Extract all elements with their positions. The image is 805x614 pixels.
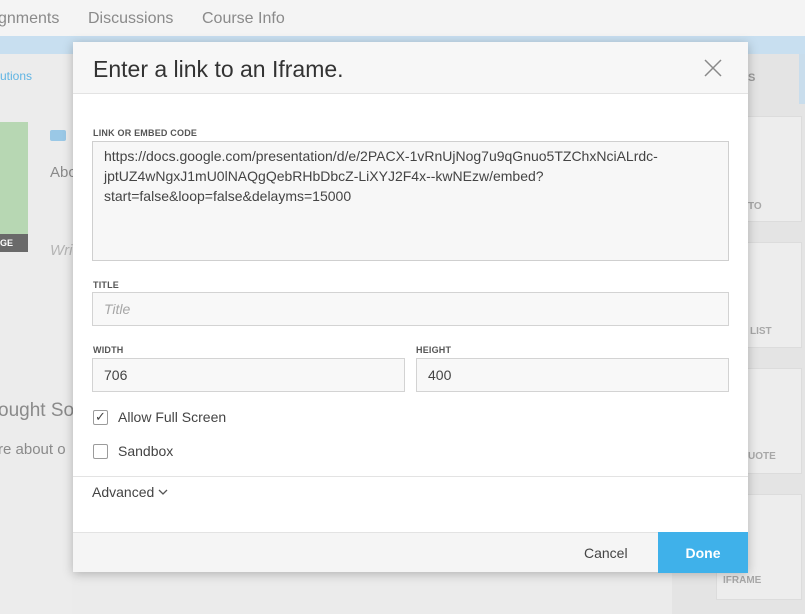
dialog-header: Enter a link to an Iframe.: [73, 42, 748, 94]
advanced-label: Advanced: [92, 484, 155, 500]
content-image: [0, 122, 28, 252]
cancel-button[interactable]: Cancel: [584, 545, 628, 561]
nav-item-discussions[interactable]: Discussions: [88, 10, 173, 28]
left-content-pane: utions GE Abo Wri ought So re about o: [0, 54, 77, 614]
height-label: HEIGHT: [416, 345, 452, 355]
chevron-down-icon: [158, 489, 168, 495]
top-navigation: gnments Discussions Course Info: [0, 0, 805, 36]
sandbox-option[interactable]: Sandbox: [93, 442, 173, 460]
nav-item-course-info[interactable]: Course Info: [202, 10, 285, 28]
iframe-dialog: Enter a link to an Iframe. LINK OR EMBED…: [73, 42, 748, 573]
width-label: WIDTH: [93, 345, 124, 355]
dialog-footer: Cancel Done: [73, 532, 748, 573]
checkmark-icon: ✓: [95, 408, 106, 424]
allow-fullscreen-checkbox[interactable]: ✓: [93, 408, 108, 425]
dialog-title: Enter a link to an Iframe.: [93, 56, 344, 82]
nav-item-assignments[interactable]: gnments: [0, 10, 59, 28]
widget-label-quote: UOTE: [748, 451, 776, 462]
folder-icon: [50, 130, 66, 141]
width-input[interactable]: [92, 358, 405, 392]
advanced-toggle[interactable]: Advanced: [92, 484, 168, 500]
widget-label-iframe: IFRAME: [723, 575, 762, 586]
left-subtext: re about o: [0, 441, 66, 458]
right-stripe: [799, 54, 805, 104]
widget-label-photo: TO: [748, 201, 762, 212]
right-tab-label: S: [748, 72, 756, 84]
sandbox-checkbox[interactable]: [93, 443, 108, 459]
title-label: TITLE: [93, 280, 119, 290]
widget-label-list: LIST: [750, 326, 772, 337]
embed-code-label: LINK OR EMBED CODE: [93, 128, 198, 138]
title-input[interactable]: [92, 292, 729, 326]
close-icon[interactable]: [701, 56, 725, 80]
sandbox-label: Sandbox: [118, 443, 174, 459]
content-image-caption: GE: [0, 234, 28, 252]
allow-fullscreen-label: Allow Full Screen: [118, 409, 227, 425]
left-text-2: Wri: [50, 242, 73, 259]
embed-code-textarea[interactable]: https://docs.google.com/presentation/d/e…: [92, 141, 729, 261]
height-input[interactable]: [416, 358, 729, 392]
section-divider: [73, 476, 748, 477]
left-heading: ought So: [0, 400, 75, 421]
left-link[interactable]: utions: [0, 69, 32, 83]
allow-fullscreen-option[interactable]: ✓ Allow Full Screen: [93, 408, 226, 426]
done-button[interactable]: Done: [658, 532, 748, 573]
